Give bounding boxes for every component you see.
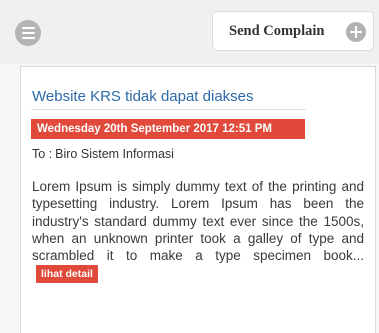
complaint-date-badge: Wednesday 20th September 2017 12:51 PM [31, 119, 305, 139]
menu-bar [21, 27, 35, 29]
complaint-card: Website KRS tidak dapat diakses Wednesda… [20, 66, 376, 333]
menu-bar [21, 32, 35, 34]
complaint-recipient: To : Biro Sistem Informasi [32, 147, 174, 161]
send-complain-label: Send Complain [229, 23, 325, 39]
hamburger-menu-icon[interactable] [15, 20, 41, 46]
read-more-button[interactable]: lihat detail [36, 265, 98, 284]
app-root: Send Complain Website KRS tidak dapat di… [0, 0, 379, 333]
plus-circle-icon [346, 22, 366, 42]
title-divider [31, 109, 306, 110]
complaint-title[interactable]: Website KRS tidak dapat diakses [32, 88, 254, 105]
menu-bar [21, 37, 35, 39]
complaint-body: Lorem Ipsum is simply dummy text of the … [32, 178, 364, 284]
top-toolbar: Send Complain [0, 0, 379, 64]
recipient-name: Biro Sistem Informasi [55, 147, 174, 161]
recipient-prefix: To : [32, 147, 53, 161]
complaint-body-text: Lorem Ipsum is simply dummy text of the … [32, 179, 364, 264]
send-complain-button[interactable]: Send Complain [212, 11, 374, 51]
